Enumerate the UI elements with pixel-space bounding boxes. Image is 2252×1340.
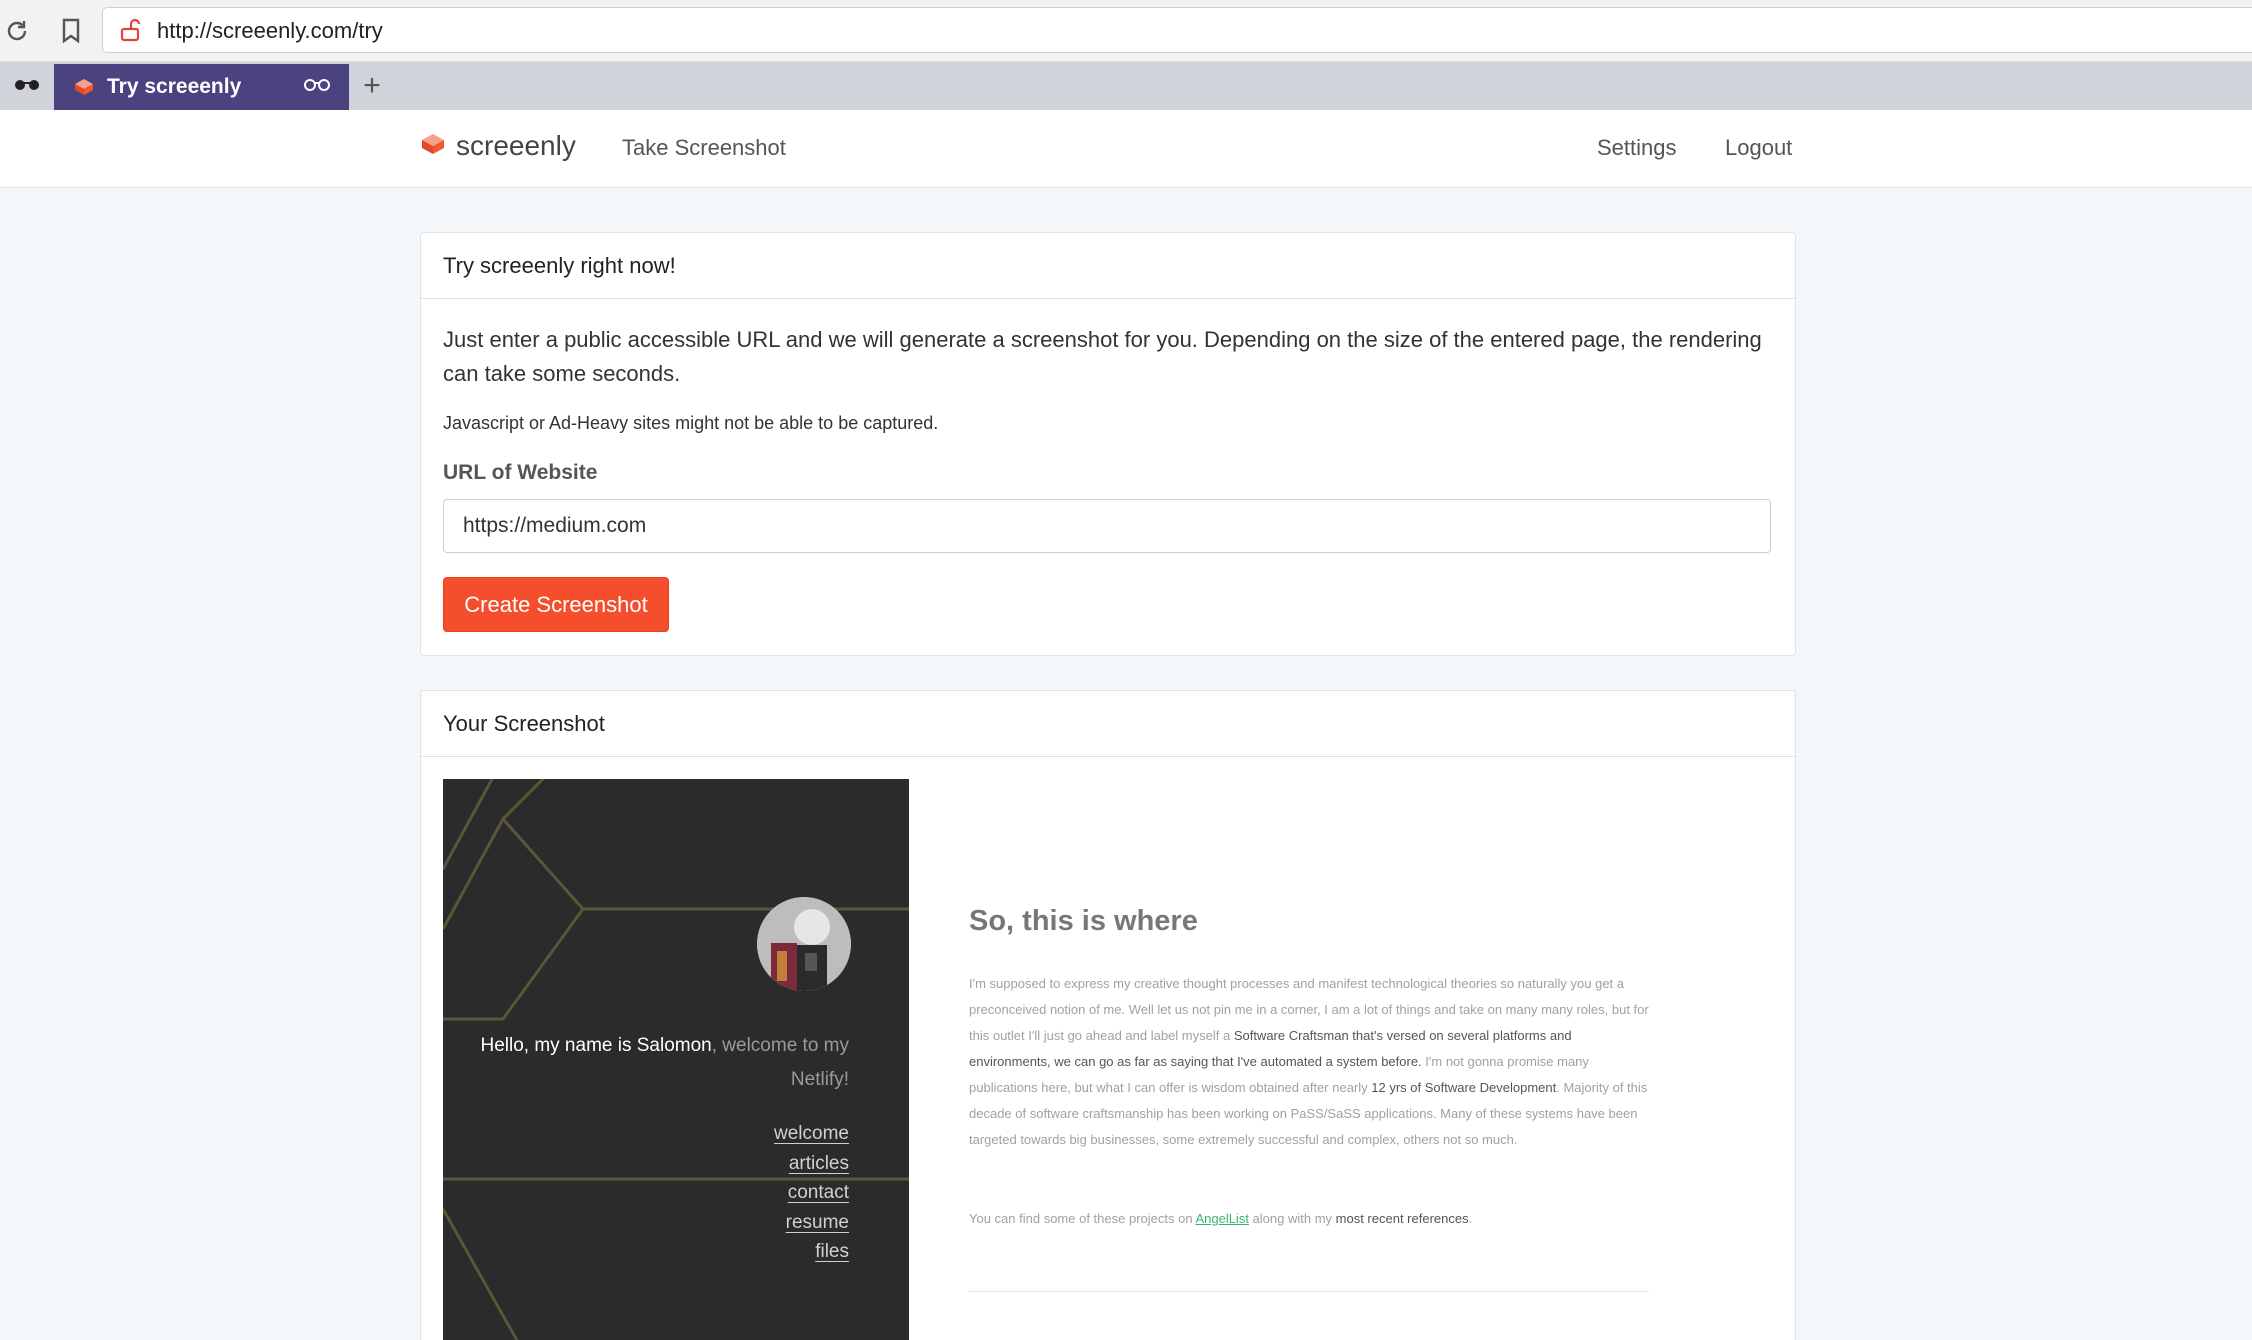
preview-link-files[interactable]: files (774, 1237, 849, 1267)
preview-foot: You can find some of these projects on A… (969, 1211, 1649, 1226)
brand[interactable]: screeenly (420, 130, 576, 162)
glasses-icon (304, 77, 330, 96)
hello-text: Hello, my name is Salomon, welcome to my… (469, 1029, 849, 1097)
preview-title: So, this is where (969, 905, 1198, 937)
body-strong-2: 12 yrs of Software Development (1371, 1080, 1557, 1095)
preview-link-articles[interactable]: articles (774, 1149, 849, 1179)
lock-icon (119, 18, 143, 47)
foot-part-1: You can find some of these projects on (969, 1211, 1196, 1226)
glasses-icon (14, 77, 40, 96)
bookmark-icon[interactable] (54, 14, 88, 48)
try-card-header: Try screeenly right now! (421, 233, 1795, 299)
foot-part-3: . (1468, 1211, 1473, 1226)
preview-link-contact[interactable]: contact (774, 1178, 849, 1208)
foot-part-2: along with my (1248, 1211, 1336, 1226)
nav-settings[interactable]: Settings (1597, 135, 1677, 161)
foot-strong: most recent references (1335, 1211, 1469, 1226)
browser-address-bar: http://screeenly.com/try (0, 0, 2252, 62)
preview-sidebar: Hello, my name is Salomon, welcome to my… (443, 779, 909, 1340)
create-screenshot-button[interactable]: Create Screenshot (443, 577, 669, 632)
screeenly-favicon (74, 78, 94, 101)
url-label: URL of Website (443, 461, 598, 484)
preview-divider (969, 1291, 1649, 1292)
new-tab-button[interactable]: + (358, 67, 386, 105)
url-text: http://screeenly.com/try (157, 18, 383, 43)
angellist-link[interactable]: AngelList (1195, 1211, 1248, 1226)
preview-body: I'm supposed to express my creative thou… (969, 971, 1649, 1153)
preview-side-links: welcome articles contact resume files (774, 1119, 849, 1267)
screenshot-preview: Hello, my name is Salomon, welcome to my… (443, 779, 1649, 1340)
intro-text: Just enter a public accessible URL and w… (443, 327, 1762, 386)
note-text: Javascript or Ad-Heavy sites might not b… (443, 413, 939, 433)
url-input[interactable] (443, 499, 1771, 553)
try-card: Try screeenly right now! Just enter a pu… (420, 232, 1796, 656)
reload-icon[interactable] (0, 14, 34, 48)
result-card-header: Your Screenshot (421, 691, 1795, 757)
nav-logout[interactable]: Logout (1725, 135, 1792, 161)
app-navbar: screeenly Take Screenshot Settings Logou… (0, 110, 2252, 188)
tab-try-screeenly[interactable]: Try screeenly (54, 64, 349, 110)
url-bar[interactable]: http://screeenly.com/try (102, 7, 2252, 53)
tab-label: Try screeenly (107, 75, 242, 98)
nav-take-screenshot[interactable]: Take Screenshot (622, 135, 786, 161)
brand-name: screeenly (456, 130, 576, 161)
screeenly-logo-icon (420, 132, 446, 161)
hello-name: Hello, my name is Salomon (480, 1035, 712, 1056)
browser-tab-bar: Try screeenly + (0, 62, 2252, 110)
preview-link-welcome[interactable]: welcome (774, 1119, 849, 1149)
avatar (757, 897, 851, 991)
result-card: Your Screenshot Hello, my name is Salomo… (420, 690, 1796, 1340)
hello-rest: , welcome to my Netlify! (711, 1035, 849, 1090)
preview-link-resume[interactable]: resume (774, 1208, 849, 1238)
private-tab[interactable] (0, 62, 54, 110)
